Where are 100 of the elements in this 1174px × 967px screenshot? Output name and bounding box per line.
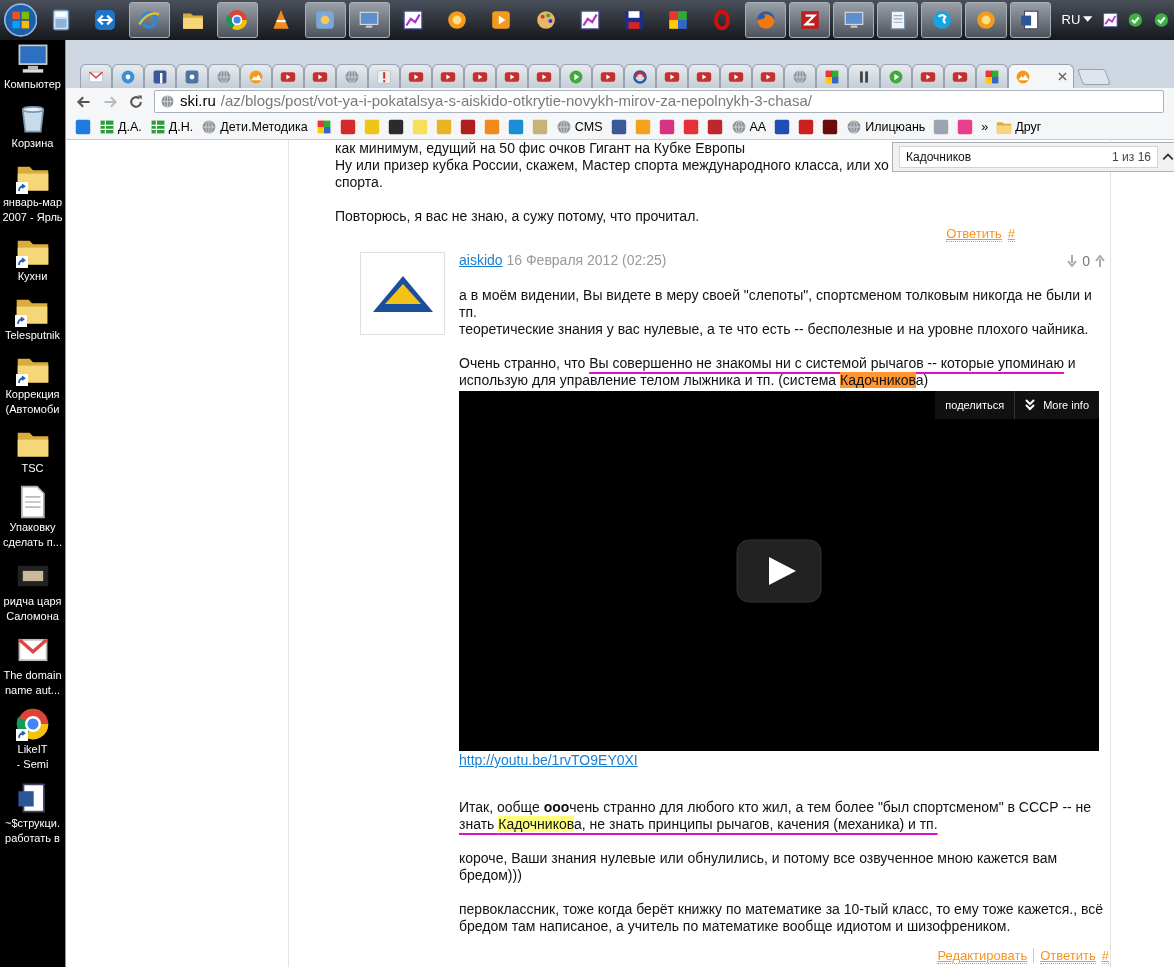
globe-icon bbox=[730, 119, 747, 135]
mountain-icon bbox=[248, 68, 264, 85]
desktop-icon-label: Компьютер bbox=[4, 78, 61, 91]
tile-icon bbox=[435, 119, 452, 135]
palette-icon[interactable] bbox=[534, 9, 557, 31]
desktop-icon-label: ридча царя bbox=[3, 595, 62, 608]
tile-icon bbox=[339, 119, 356, 135]
video-link[interactable]: http://youtu.be/1rvTO9EY0XI bbox=[459, 752, 638, 769]
app-icon[interactable] bbox=[314, 9, 337, 31]
desktop-icon-label: Коррекция bbox=[5, 388, 60, 401]
taskbar-button[interactable] bbox=[877, 2, 919, 38]
check-icon[interactable] bbox=[1153, 11, 1170, 29]
chevrons-down-icon bbox=[1025, 399, 1036, 411]
globe-icon[interactable] bbox=[138, 9, 161, 31]
globe-icon bbox=[555, 119, 572, 135]
taskbar-button[interactable] bbox=[833, 2, 875, 38]
back-icon[interactable] bbox=[76, 93, 92, 110]
address-field[interactable]: ski.ru /az/blogs/post/vot-ya-i-pokatalsya-s-aiskido-otkrytie-novykh-mirov-za-nepolnykh-3-chasa/ bbox=[154, 90, 1164, 113]
document-icon[interactable] bbox=[1019, 9, 1041, 31]
reload-icon[interactable] bbox=[128, 93, 144, 110]
desktop-icon-label: Упаковку bbox=[9, 521, 56, 534]
desktop-icon-label: Кухни bbox=[17, 270, 48, 283]
taskbar-button[interactable] bbox=[921, 2, 963, 38]
more-bookmarks-button[interactable]: » bbox=[980, 117, 990, 137]
browser-tab[interactable] bbox=[624, 64, 656, 88]
arrows-icon[interactable] bbox=[94, 9, 117, 31]
app-icon[interactable] bbox=[798, 9, 821, 31]
comment-text: а в моём видении, Вы видете в меру своей "слепоты", спортсменом толковым никогда не были и тп. bbox=[459, 287, 1093, 321]
app-icon bbox=[184, 68, 200, 85]
bookmark[interactable] bbox=[386, 119, 405, 135]
taskbar-button[interactable] bbox=[348, 2, 390, 38]
browser-tab[interactable] bbox=[816, 64, 848, 88]
chart-icon[interactable] bbox=[402, 9, 425, 31]
find-field[interactable]: Кадочников 1 из 16 bbox=[899, 146, 1158, 168]
play-icon bbox=[888, 68, 904, 85]
taskbar-button[interactable] bbox=[216, 2, 258, 38]
bookmark[interactable]: Дети.Методика bbox=[200, 117, 309, 137]
play-icon[interactable] bbox=[490, 9, 513, 31]
taskbar-button[interactable] bbox=[304, 2, 346, 38]
language-indicator[interactable]: RU bbox=[1061, 10, 1081, 30]
browser-tab[interactable] bbox=[656, 64, 688, 88]
browser-icon[interactable] bbox=[226, 9, 249, 31]
bookmark[interactable] bbox=[458, 119, 477, 135]
browser-tab[interactable] bbox=[496, 64, 528, 88]
tiles-icon bbox=[315, 119, 332, 135]
desktop-icon-label: TSC bbox=[21, 462, 44, 475]
bookmark[interactable]: Д.А. bbox=[98, 117, 143, 137]
tile-icon bbox=[459, 119, 476, 135]
browser-tab[interactable] bbox=[400, 64, 432, 88]
taskbar-button[interactable] bbox=[789, 2, 831, 38]
monitor-icon[interactable] bbox=[842, 9, 865, 31]
chat-icon[interactable] bbox=[930, 9, 953, 31]
chart-icon[interactable] bbox=[1101, 11, 1119, 29]
author-link[interactable]: aiskido bbox=[459, 252, 503, 268]
floppy-icon[interactable] bbox=[622, 9, 645, 31]
browser-tab[interactable] bbox=[144, 64, 176, 88]
tiles-icon[interactable] bbox=[666, 9, 689, 31]
browser-tab[interactable] bbox=[304, 64, 336, 88]
browser-tab[interactable] bbox=[752, 64, 784, 88]
browser-tab[interactable] bbox=[688, 64, 720, 88]
browser-tab[interactable] bbox=[848, 64, 880, 88]
taskbar-button[interactable] bbox=[1009, 2, 1051, 38]
tile-icon bbox=[634, 119, 651, 135]
bookmark[interactable] bbox=[773, 119, 792, 135]
browser-tab[interactable] bbox=[944, 64, 976, 88]
browser-tab[interactable] bbox=[912, 64, 944, 88]
browser-tab[interactable] bbox=[528, 64, 560, 88]
calculator-icon[interactable] bbox=[50, 9, 72, 31]
start-button[interactable] bbox=[4, 2, 38, 38]
browser-tab[interactable] bbox=[432, 64, 464, 88]
browser-tab[interactable] bbox=[464, 64, 496, 88]
desktop-icon-label: (Автомоби bbox=[5, 403, 60, 416]
browser-tab[interactable] bbox=[976, 64, 1008, 88]
grid-icon bbox=[99, 119, 115, 135]
browser-tab[interactable] bbox=[592, 64, 624, 88]
chart-icon[interactable] bbox=[578, 9, 601, 31]
desktop-icon-label: The domain bbox=[3, 669, 62, 682]
tiles-icon bbox=[824, 68, 840, 85]
caret-icon[interactable] bbox=[1083, 16, 1093, 24]
share-button[interactable]: поделиться bbox=[935, 391, 1015, 419]
more-info-button[interactable]: More info bbox=[1014, 391, 1099, 419]
bookmark[interactable]: AA bbox=[729, 117, 768, 137]
alert-icon bbox=[376, 68, 392, 85]
bookmark[interactable]: Илицюань bbox=[845, 117, 927, 137]
bookmark[interactable]: Друг bbox=[995, 117, 1043, 137]
check-icon[interactable] bbox=[1127, 11, 1145, 29]
bookmark[interactable]: Д.Н. bbox=[148, 117, 195, 137]
bookmark[interactable]: CMS bbox=[554, 117, 604, 137]
browser-tab[interactable] bbox=[720, 64, 752, 88]
bookmark[interactable] bbox=[821, 119, 840, 135]
close-icon[interactable] bbox=[1058, 72, 1067, 81]
monitor-icon[interactable] bbox=[358, 9, 381, 31]
browser-tab[interactable] bbox=[272, 64, 304, 88]
play-button[interactable] bbox=[736, 539, 822, 603]
sun-icon[interactable] bbox=[446, 9, 469, 31]
browser-tab[interactable] bbox=[176, 64, 208, 88]
bookmark[interactable] bbox=[609, 119, 628, 135]
globe-icon bbox=[792, 68, 808, 85]
desktop-icon-label: Telesputnik bbox=[4, 329, 60, 342]
comment-text: теоретические знания у вас нулевые, а те что есть -- бесполезные и на уровне плохого чайника. bbox=[459, 321, 1090, 338]
